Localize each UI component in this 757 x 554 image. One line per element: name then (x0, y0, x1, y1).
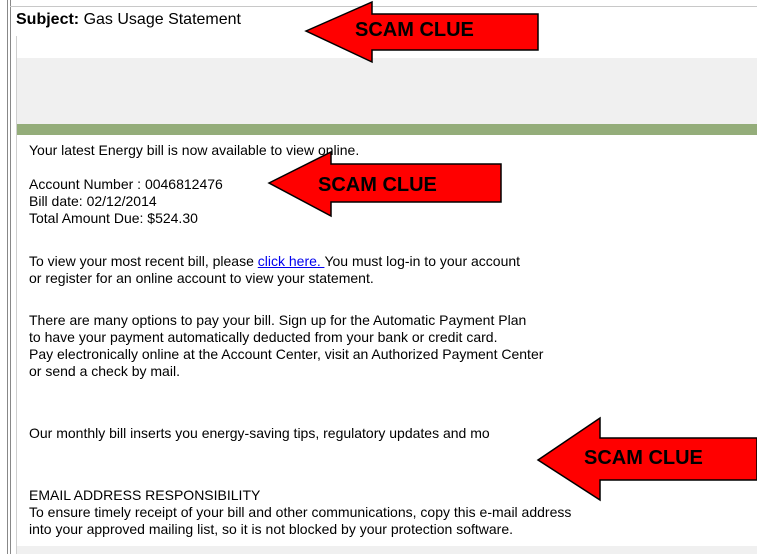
email-header-stripe (17, 124, 757, 135)
pay-line-4: or send a check by mail. (29, 363, 180, 379)
responsibility-line-2: into your approved mailing list, so it i… (29, 521, 514, 537)
view-bill-line: To view your most recent bill, please cl… (29, 253, 520, 270)
window-border-inner (10, 0, 11, 554)
view-bill-line2: or register for an online account to vie… (29, 270, 374, 286)
scam-clue-label-3: SCAM CLUE (584, 447, 703, 469)
subject-label: Subject: (16, 11, 80, 28)
subject-line: Subject: Gas Usage Statement (16, 11, 241, 29)
responsibility-heading: EMAIL ADDRESS RESPONSIBILITY (29, 487, 261, 503)
view-bill-post: You must log-in to your account (324, 253, 521, 269)
view-bill-pre: To view your most recent bill, please (29, 253, 258, 269)
click-here-link[interactable]: click here. (258, 253, 325, 269)
footer-band (17, 546, 757, 554)
inserts-text: Our monthly bill inserts you energy-savi… (29, 425, 490, 441)
total-due: Total Amount Due: $524.30 (29, 210, 198, 226)
scam-clue-label-1: SCAM CLUE (355, 19, 474, 41)
pay-line-1: There are many options to pay your bill.… (29, 312, 527, 328)
scam-clue-label-2: SCAM CLUE (318, 174, 437, 196)
subject-value: Gas Usage Statement (83, 11, 241, 28)
bill-date: Bill date: 02/12/2014 (29, 193, 157, 209)
window-border (7, 0, 8, 554)
pay-line-2: to have your payment automatically deduc… (29, 329, 498, 345)
responsibility-line-1: To ensure timely receipt of your bill an… (29, 504, 572, 520)
pay-line-3: Pay electronically online at the Account… (29, 346, 544, 362)
account-number: Account Number : 0046812476 (29, 176, 223, 192)
